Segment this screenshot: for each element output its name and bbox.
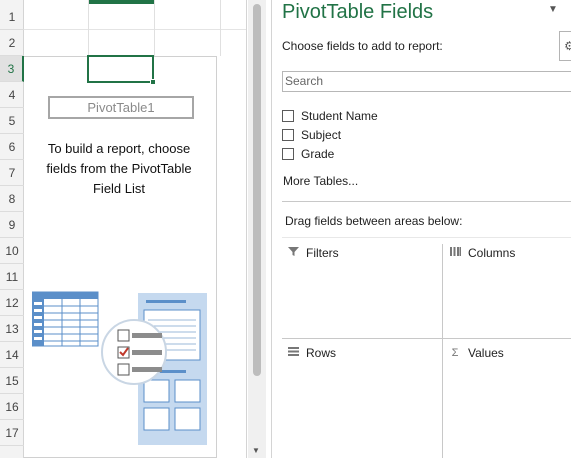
values-area[interactable]: Σ Values [448, 346, 571, 446]
grid-line [220, 0, 221, 56]
grid-line [154, 0, 155, 56]
row-header-5[interactable]: 5 [0, 108, 24, 134]
row-header-4[interactable]: 4 [0, 82, 24, 108]
sigma-icon: Σ [451, 347, 459, 359]
pivottable-instructions: To build a report, choose fields from th… [46, 141, 192, 196]
pivottable-illustration [32, 291, 207, 445]
scroll-down-icon[interactable]: ▼ [252, 446, 260, 455]
row-header-13[interactable]: 13 [0, 316, 24, 342]
sheet-edge [246, 0, 247, 458]
columns-area[interactable]: Columns [448, 246, 571, 334]
row-header-12[interactable]: 12 [0, 290, 24, 316]
pane-title: PivotTable Fields [282, 1, 434, 23]
row-header-14[interactable]: 14 [0, 342, 24, 368]
field-item-student-name[interactable]: Student Name [282, 106, 571, 125]
field-item-grade[interactable]: Grade [282, 144, 571, 163]
row-header-1[interactable]: 1 [0, 4, 24, 30]
scrollbar-thumb[interactable] [253, 4, 261, 376]
row-header-8[interactable]: 8 [0, 186, 24, 212]
rows-area[interactable]: Rows [286, 346, 436, 446]
row-header-16[interactable]: 16 [0, 394, 24, 420]
checklist-icon [101, 319, 167, 385]
field-list: Student Name Subject Grade [282, 106, 571, 163]
filters-label: Filters [306, 246, 339, 260]
selected-column-indicator [88, 0, 154, 4]
grid-line [24, 29, 246, 30]
pivottable-name: PivotTable1 [48, 96, 194, 119]
choose-fields-label: Choose fields to add to report: [282, 39, 443, 53]
field-checkbox[interactable] [282, 147, 294, 160]
active-cell[interactable] [87, 55, 154, 83]
row-headers: 1 2 3 4 5 6 7 8 9 10 11 12 13 14 15 16 1… [0, 0, 24, 458]
columns-label: Columns [468, 246, 516, 260]
values-label: Values [468, 346, 504, 360]
rows-label: Rows [306, 346, 337, 360]
fill-handle[interactable] [150, 79, 156, 85]
area-separator [282, 237, 571, 238]
row-header-17[interactable]: 17 [0, 420, 24, 446]
gear-icon[interactable]: ⚙ [559, 31, 571, 61]
filter-icon [286, 246, 300, 260]
row-header-11[interactable]: 11 [0, 264, 24, 290]
row-header-15[interactable]: 15 [0, 368, 24, 394]
filters-area[interactable]: Filters [286, 246, 436, 334]
search-input[interactable]: Search [282, 71, 571, 92]
row-header-7[interactable]: 7 [0, 160, 24, 186]
worksheet[interactable]: 1 2 3 4 5 6 7 8 9 10 11 12 13 14 15 16 1… [0, 0, 248, 458]
drag-fields-label: Drag fields between areas below: [285, 214, 463, 228]
area-separator [442, 244, 443, 458]
chevron-down-icon[interactable]: ▼ [548, 4, 558, 15]
field-label: Student Name [301, 108, 378, 123]
rows-icon [286, 346, 300, 360]
grid-line [88, 0, 89, 56]
area-separator [282, 338, 571, 339]
columns-icon [448, 246, 462, 260]
table-grid-icon [32, 291, 99, 347]
field-checkbox[interactable] [282, 128, 294, 141]
row-header-3[interactable]: 3 [0, 56, 24, 82]
field-label: Subject [301, 127, 342, 142]
row-header-10[interactable]: 10 [0, 238, 24, 264]
pane-divider [282, 201, 571, 202]
field-label: Grade [301, 146, 335, 161]
more-tables-link[interactable]: More Tables... [283, 174, 358, 188]
row-header-2[interactable]: 2 [0, 30, 24, 56]
field-checkbox[interactable] [282, 109, 294, 122]
row-header-6[interactable]: 6 [0, 134, 24, 160]
row-header-9[interactable]: 9 [0, 212, 24, 238]
vertical-scrollbar[interactable]: ▼ [248, 0, 266, 458]
pivottable-fields-pane: PivotTable Fields ▼ Choose fields to add… [271, 0, 571, 458]
field-item-subject[interactable]: Subject [282, 125, 571, 144]
